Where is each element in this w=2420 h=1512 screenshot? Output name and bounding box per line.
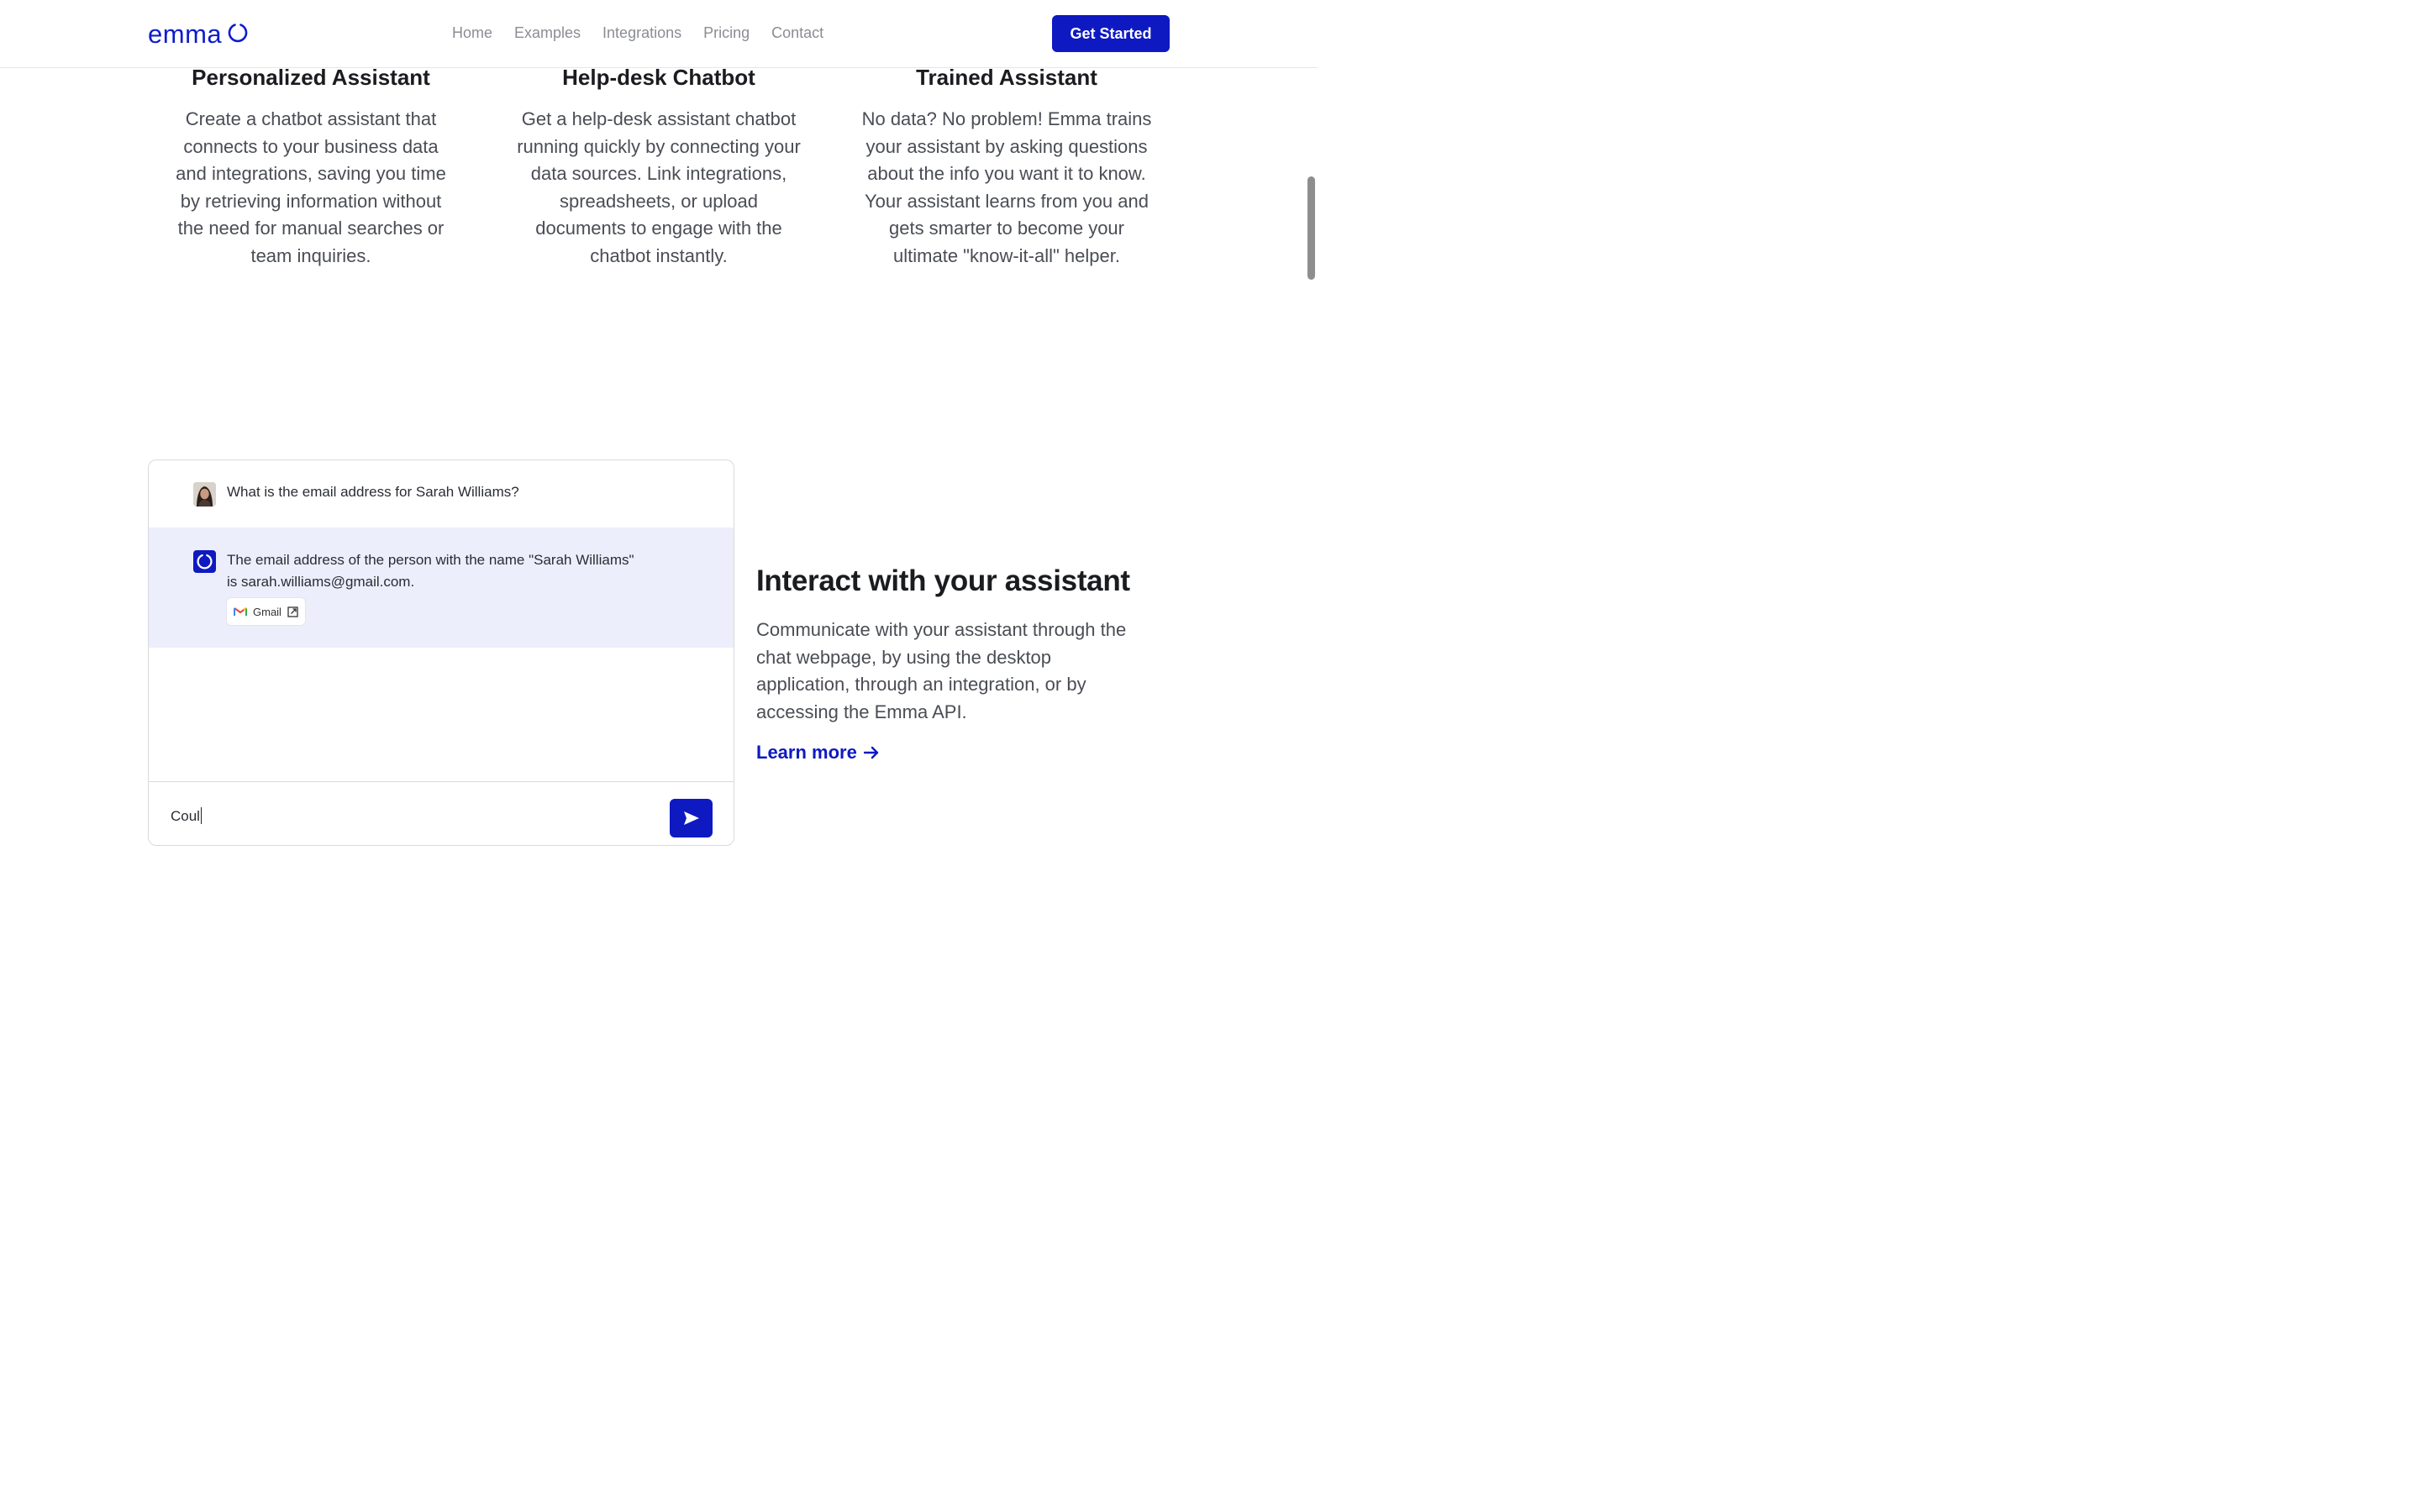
site-header: emma Home Examples Integrations Pricing … <box>0 0 1318 68</box>
user-avatar-icon <box>193 482 216 507</box>
emma-ring-icon <box>193 550 216 573</box>
interact-description: Communicate with your assistant through … <box>756 619 1127 722</box>
chat-input[interactable]: Coul <box>171 807 641 825</box>
nav-examples[interactable]: Examples <box>514 24 581 42</box>
feature-help-desk-chatbot: Help-desk Chatbot Get a help-desk assist… <box>499 62 818 270</box>
feature-trained-assistant: Trained Assistant No data? No problem! E… <box>847 62 1166 270</box>
feature-description: No data? No problem! Emma trains your as… <box>861 108 1152 266</box>
nav-integrations[interactable]: Integrations <box>602 24 681 42</box>
main-nav: Home Examples Integrations Pricing Conta… <box>452 24 823 42</box>
send-icon <box>683 811 699 825</box>
feature-personalized-assistant: Personalized Assistant Create a chatbot … <box>151 62 471 270</box>
logo-text: emma <box>148 19 223 49</box>
nav-pricing[interactable]: Pricing <box>703 24 750 42</box>
feature-description: Create a chatbot assistant that connects… <box>176 108 446 266</box>
user-message: What is the email address for Sarah Will… <box>149 460 734 528</box>
source-label: Gmail <box>253 605 281 618</box>
get-started-button[interactable]: Get Started <box>1052 15 1170 52</box>
chat-composer: Coul <box>149 781 734 845</box>
interact-title: Interact with your assistant <box>756 564 1130 597</box>
source-chip-gmail[interactable]: Gmail <box>227 598 305 625</box>
nav-contact[interactable]: Contact <box>771 24 823 42</box>
user-message-text: What is the email address for Sarah Will… <box>227 484 519 500</box>
bot-message: The email address of the person with the… <box>149 528 734 648</box>
bot-message-text: The email address of the person with the… <box>227 552 634 590</box>
avatar <box>193 482 216 507</box>
gmail-icon <box>234 607 247 616</box>
chat-panel: What is the email address for Sarah Will… <box>148 459 734 846</box>
arrow-right-icon <box>863 746 879 759</box>
feature-description: Get a help-desk assistant chatbot runnin… <box>517 108 801 266</box>
learn-more-link[interactable]: Learn more <box>756 742 879 764</box>
nav-home[interactable]: Home <box>452 24 492 42</box>
emma-ring-icon <box>228 24 248 43</box>
external-link-icon <box>287 606 298 617</box>
send-button[interactable] <box>670 799 713 837</box>
page-scrollbar[interactable] <box>1307 176 1315 280</box>
logo[interactable]: emma <box>148 19 248 49</box>
text-caret <box>200 807 203 824</box>
